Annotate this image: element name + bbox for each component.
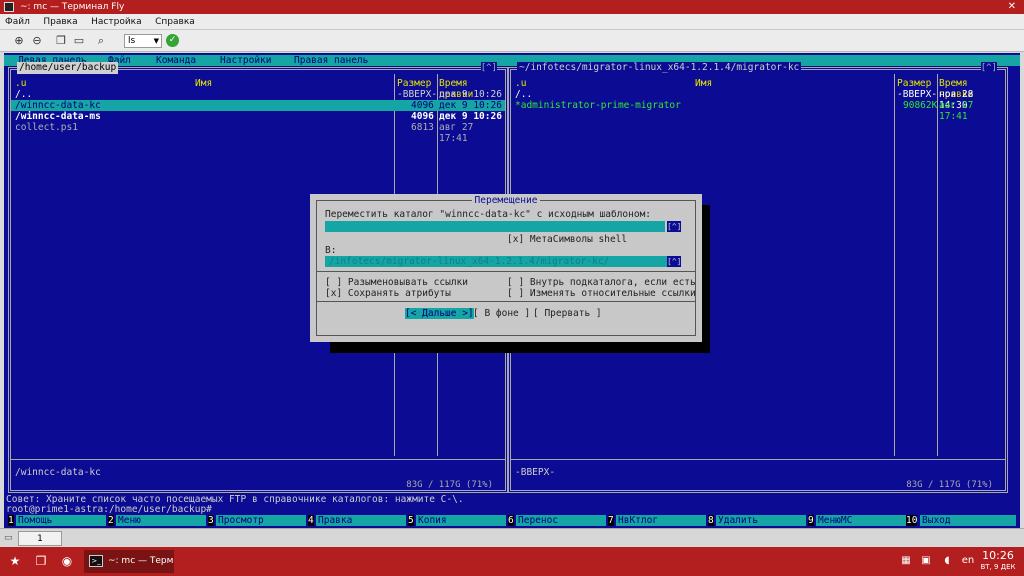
next-button[interactable]: [< Дальше >]: [405, 308, 474, 319]
paste-icon[interactable]: ▭: [72, 34, 86, 48]
chevron-down-icon: ▼: [153, 37, 159, 45]
window-title: ~: mc — Терминал Fly: [20, 2, 125, 12]
screenshot-icon[interactable]: ▣: [918, 553, 934, 569]
mc-top-menu: Левая панель Файл Команда Настройки Прав…: [4, 55, 1020, 66]
dialog-prompt: Переместить каталог "winncc-data-kc" с и…: [325, 209, 652, 220]
right-panel-status: -ВВЕРХ-: [515, 467, 556, 478]
clock-date: ВТ, 9 ДЕК: [980, 563, 1016, 571]
terminal-tab[interactable]: 1: [18, 531, 62, 546]
shell-prompt[interactable]: root@prime1-astra:/home/user/backup#: [6, 504, 212, 515]
menu-help[interactable]: Справка: [150, 14, 200, 30]
new-session-icon[interactable]: ⊕: [12, 34, 26, 48]
stable-symlinks-checkbox[interactable]: [ ] Изменять относительные ссылки: [507, 288, 696, 299]
col-size[interactable]: Размер: [897, 78, 931, 89]
mc-menu-command[interactable]: Команда: [156, 55, 196, 66]
move-dialog: Перемещение Переместить каталог "winncc-…: [310, 194, 702, 342]
terminal-app-icon: [4, 2, 14, 12]
left-panel-status: /winncc-data-kc: [15, 467, 101, 478]
dive-into-subdir-checkbox[interactable]: [ ] Внутрь подкаталога, если есть: [507, 277, 696, 288]
file-row[interactable]: *administrator-prime-migrator 90862K авг…: [511, 100, 1005, 122]
taskbar-item-label: ~: mc — Термина...: [108, 556, 174, 566]
file-row-selected[interactable]: /winncc-data-kc 4096 дек 9 10:26: [11, 100, 505, 111]
terminal-icon: >_: [89, 555, 103, 567]
toolbar: ⊕ ⊖ ❐ ▭ ⌕ ls ▼ ✓: [0, 30, 1024, 52]
col-size[interactable]: Размер: [397, 78, 431, 89]
command-value: ls: [128, 36, 136, 46]
abort-button[interactable]: [ Прервать ]: [533, 308, 602, 319]
menu-settings[interactable]: Настройка: [86, 14, 147, 30]
file-row[interactable]: /winncc-data-ms 4096 дек 9 10:26: [11, 111, 505, 122]
terminal-area[interactable]: Левая панель Файл Команда Настройки Прав…: [4, 53, 1020, 528]
left-panel-path: /home/user/backup: [17, 62, 119, 74]
menubar: Файл Правка Настройка Справка: [0, 14, 1024, 30]
file-row[interactable]: /.. -ВВЕРХ- ноя 28 14:30: [511, 89, 1005, 111]
mc-menu-right-panel[interactable]: Правая панель: [294, 55, 368, 66]
taskbar: ★ ❐ ◉ >_ ~: mc — Термина... ▦ ▣ ◖ en 10:…: [0, 547, 1024, 576]
right-panel-path: ~/infotecs/migrator-linux_x64-1.2.1.4/mi…: [517, 62, 802, 74]
right-panel-history[interactable]: [^]: [980, 62, 997, 74]
menu-file[interactable]: Файл: [0, 14, 35, 30]
dereference-links-checkbox[interactable]: [ ] Разыменовывать ссылки: [325, 277, 468, 288]
col-sort[interactable]: .u: [515, 78, 526, 89]
destination-input[interactable]: /infotecs/migrator-linux_x64-1.2.1.4/mig…: [325, 256, 669, 267]
left-panel-history[interactable]: [^]: [480, 62, 497, 74]
browser-icon[interactable]: ◉: [58, 553, 76, 569]
dialog-frame: Перемещение Переместить каталог "winncc-…: [316, 195, 696, 336]
close-window-button[interactable]: ✕: [1008, 0, 1016, 14]
command-combobox[interactable]: ls ▼: [124, 34, 162, 48]
desktops-icon[interactable]: ❐: [32, 553, 50, 569]
window-titlebar: ~: mc — Терминал Fly ✕: [0, 0, 1024, 14]
destination-label: В:: [325, 245, 337, 256]
run-command-button[interactable]: ✓: [166, 34, 179, 47]
source-mask-history-button[interactable]: [^]: [667, 221, 681, 232]
file-row[interactable]: /.. -ВВЕРХ- дек 9 10:26: [11, 89, 505, 100]
clock-time: 10:26: [982, 549, 1014, 562]
col-sort[interactable]: .u: [15, 78, 26, 89]
mc-menu-options[interactable]: Настройки: [220, 55, 271, 66]
col-name[interactable]: Имя: [695, 78, 712, 89]
volume-icon[interactable]: ◖: [940, 553, 954, 569]
close-session-icon[interactable]: ⊖: [30, 34, 44, 48]
background-button[interactable]: [ В фоне ]: [473, 308, 530, 319]
dialog-title: Перемещение: [471, 195, 541, 206]
copy-icon[interactable]: ❐: [54, 34, 68, 48]
destination-history-button[interactable]: [^]: [667, 256, 681, 267]
preserve-attributes-checkbox[interactable]: [x] Сохранять атрибуты: [325, 288, 451, 299]
new-tab-icon[interactable]: ▭: [4, 533, 14, 543]
left-panel-free-space: 83G / 117G (71%): [404, 480, 495, 490]
menu-edit[interactable]: Правка: [38, 14, 82, 30]
source-mask-input[interactable]: [325, 221, 665, 232]
right-panel-free-space: 83G / 117G (71%): [904, 480, 995, 490]
terminal-tab-strip: ▭ 1: [0, 528, 1024, 546]
start-star-icon[interactable]: ★: [6, 553, 24, 569]
taskbar-item-terminal[interactable]: >_ ~: mc — Термина...: [84, 550, 174, 573]
clock[interactable]: 10:26 ВТ, 9 ДЕК: [978, 550, 1018, 572]
col-name[interactable]: Имя: [195, 78, 212, 89]
shell-patterns-checkbox[interactable]: [x] МетаСимволы shell: [507, 234, 627, 245]
search-icon[interactable]: ⌕: [94, 34, 108, 48]
file-row[interactable]: collect.ps1 6813 авг 27 17:41: [11, 122, 505, 144]
app-grid-icon[interactable]: ▦: [898, 553, 914, 569]
function-key-bar: 1 Помощь 2 Меню 3 Просмотр 4 Правка 5 Копия 6…: [4, 515, 1020, 526]
keyboard-layout[interactable]: en: [960, 553, 976, 569]
